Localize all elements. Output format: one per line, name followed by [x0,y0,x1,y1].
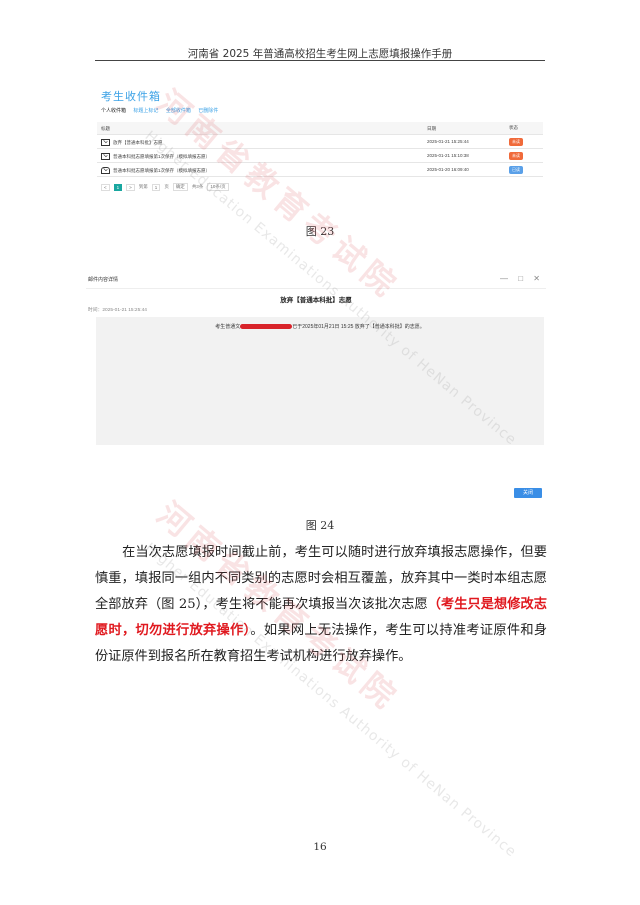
page-size-select[interactable]: 10条/页 [207,183,229,191]
row-subject: 放弃【普通本科批】志愿 [113,139,163,145]
figure-caption-24: 图 24 [305,519,335,532]
page-number: 16 [313,841,327,853]
mail-icon [101,153,110,160]
row-date: 2025-01-20 16:09:40 [427,167,469,172]
inbox-table: 标题 日期 状态 放弃【普通本科批】志愿 2025-01-21 15:25:44… [97,122,543,177]
tab-marked[interactable]: 标题上标记 [133,108,158,114]
table-row[interactable]: 普通本科批志愿填报第1次保存（模拟填报志愿） 2025-01-21 15:10:… [97,149,543,163]
table-header-row: 标题 日期 状态 [97,122,543,135]
column-header-status: 状态 [509,125,518,130]
document-header: 河南省 2025 年普通高校招生考生网上志愿填报操作手册 [187,48,453,60]
mail-text-after: 已于2025年01月21日 15:25 放弃了【普通本科批】的志愿。 [292,324,425,330]
mail-open-icon [101,167,110,174]
redaction-mark [240,324,293,330]
row-date: 2025-01-21 15:25:44 [427,139,469,144]
current-page-button[interactable]: 1 [113,183,123,191]
figure-caption-23: 图 23 [305,225,335,238]
header-divider [95,60,545,61]
mail-detail-screenshot: 邮件内容详情 — □ ✕ 放弃【普通本科批】志愿 时间：2025-01-21 1… [86,272,546,504]
column-header-subject: 标题 [101,126,110,131]
goto-label: 到第 [138,184,148,189]
close-button[interactable]: 关闭 [514,488,542,498]
tab-personal-inbox[interactable]: 个人收件箱 [101,108,126,114]
tab-deleted[interactable]: 已删除件 [198,108,218,114]
confirm-page-button[interactable]: 确定 [172,183,188,191]
prev-page-button[interactable]: < [101,183,110,191]
page-input[interactable]: 1 [151,183,161,191]
mail-subject: 放弃【普通本科批】志愿 [280,297,352,304]
inbox-screenshot: 考生收件箱 个人收件箱 标题上标记 全部收件箱 已删除件 标题 日期 状态 放弃… [95,80,545,200]
mail-body: 考生普通文 已于2025年01月21日 15:25 放弃了【普通本科批】的志愿。 [96,317,544,445]
total-count: 共3条 [191,184,204,189]
status-badge: 未读 [509,152,523,160]
status-badge: 未读 [509,138,523,146]
tab-all-inbox[interactable]: 全部收件箱 [166,108,191,114]
row-subject: 普通本科批志愿填报第1次保存（模拟填报志愿） [113,167,211,173]
row-subject: 普通本科批志愿填报第1次保存（模拟填报志愿） [113,153,211,159]
pagination: < 1 > 到第 1 页 确定 共3条 10条/页 [101,183,229,191]
mail-body-text: 考生普通文 已于2025年01月21日 15:25 放弃了【普通本科批】的志愿。 [96,323,544,330]
next-page-button[interactable]: > [126,183,135,191]
window-divider [86,288,546,289]
inbox-tabs: 个人收件箱 标题上标记 全部收件箱 已删除件 [101,107,224,114]
window-controls[interactable]: — □ ✕ [500,274,544,283]
page-unit: 页 [164,184,169,189]
column-header-date: 日期 [427,126,436,131]
mail-text-before: 考生普通文 [215,324,241,330]
inbox-title: 考生收件箱 [101,91,161,103]
mail-time: 时间：2025-01-21 15:25:44 [88,308,147,313]
row-date: 2025-01-21 15:10:38 [427,153,469,158]
window-title: 邮件内容详情 [88,277,119,283]
table-row[interactable]: 普通本科批志愿填报第1次保存（模拟填报志愿） 2025-01-20 16:09:… [97,163,543,177]
status-badge: 已读 [509,166,523,174]
table-row[interactable]: 放弃【普通本科批】志愿 2025-01-21 15:25:44 未读 [97,135,543,149]
mail-icon [101,139,110,146]
body-paragraph: 在当次志愿填报时间截止前，考生可以随时进行放弃填报志愿操作，但要慎重，填报同一组… [95,540,547,670]
